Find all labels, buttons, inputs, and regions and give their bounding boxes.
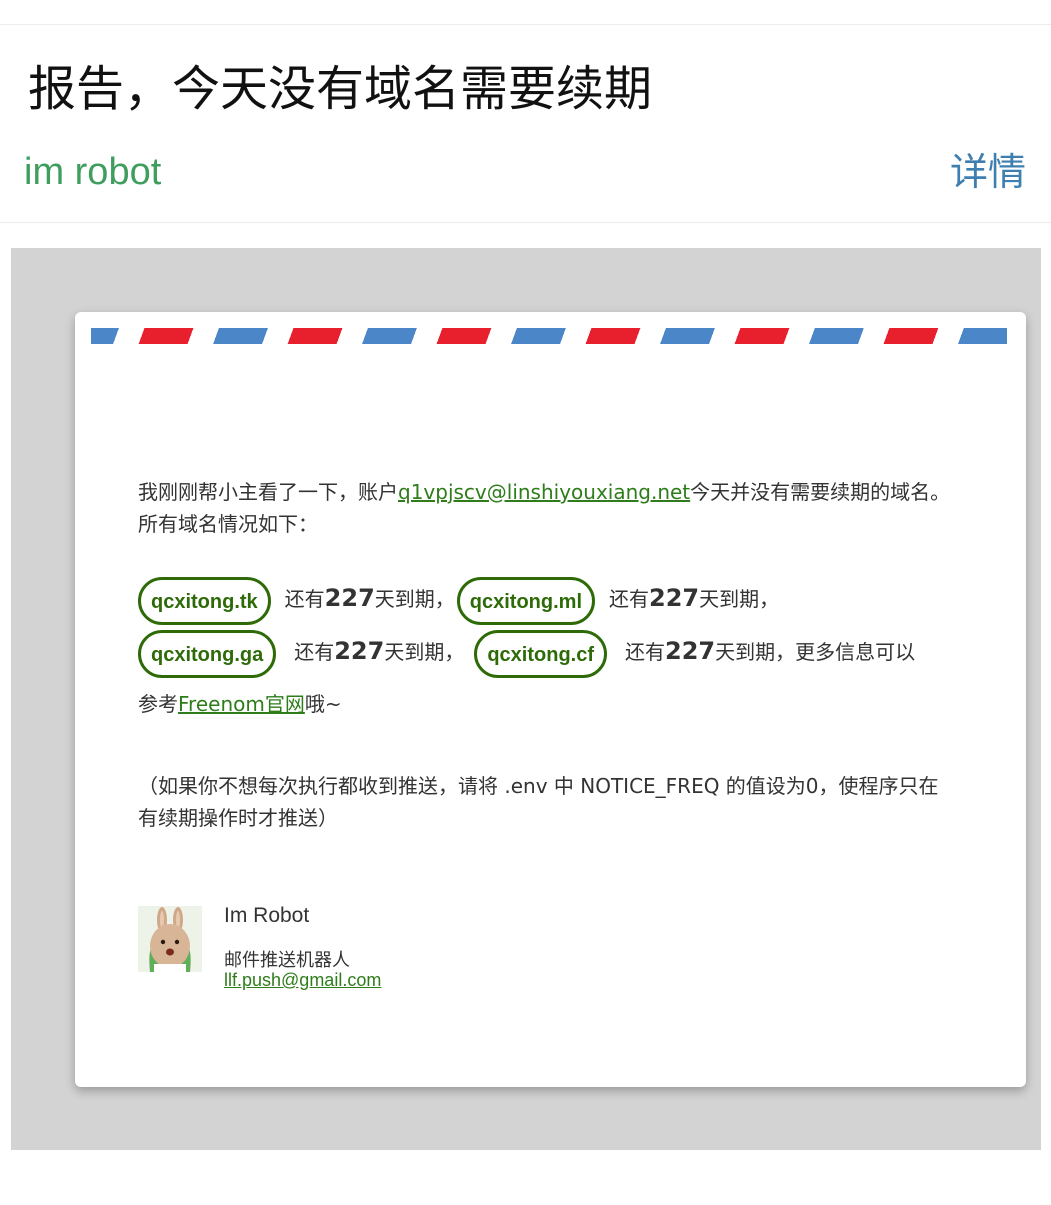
expiry-prefix: 还有 (294, 640, 335, 664)
expiry-days: 227 (649, 584, 700, 612)
signature-name: Im Robot (224, 904, 310, 927)
airmail-stripe-border (91, 328, 1007, 344)
top-divider (0, 24, 1051, 25)
domain-list: qcxitong.tk 还有227天到期， qcxitong.ml 还有227天到期，… (138, 572, 958, 730)
intro-text: 我刚刚帮小主看了一下，账户 (138, 480, 398, 504)
expiry-prefix: 还有 (609, 587, 650, 611)
expiry-suffix: 天到期， (374, 587, 455, 611)
more-info-line: 参考Freenom官网哦~ (138, 692, 342, 716)
domain-badge: qcxitong.ga (138, 629, 277, 678)
expiry-days: 227 (334, 637, 385, 665)
domain-badge: qcxitong.cf (474, 629, 608, 678)
signature-block: Im Robot 邮件推送机器人 llf.push@gmail.com (138, 904, 738, 1004)
notice-paragraph: （如果你不想每次执行都收到推送，请将 .env 中 NOTICE_FREQ 的值… (138, 774, 939, 830)
expiry-prefix: 还有 (625, 640, 666, 664)
expiry-days: 227 (324, 584, 375, 612)
intro-paragraph: 我刚刚帮小主看了一下，账户q1vpjscv@linshiyouxiang.net… (138, 476, 958, 540)
expiry-suffix: 天到期， (384, 640, 465, 664)
domain-badge: qcxitong.ml (456, 576, 596, 625)
rabbit-avatar-icon (138, 906, 202, 972)
expiry-suffix: 天到期， (699, 587, 780, 611)
sender-name[interactable]: im robot (24, 146, 161, 198)
airmail-letter-card: 我刚刚帮小主看了一下，账户q1vpjscv@linshiyouxiang.net… (75, 312, 1026, 1087)
more-prefix: 参考 (138, 692, 178, 716)
account-email-link[interactable]: q1vpjscv@linshiyouxiang.net (398, 480, 690, 504)
email-subject: 报告，今天没有域名需要续期 (28, 61, 653, 117)
domain-badge: qcxitong.tk (138, 576, 271, 625)
letter-content: 我刚刚帮小主看了一下，账户q1vpjscv@linshiyouxiang.net… (138, 476, 958, 834)
signature-title: 邮件推送机器人 (224, 950, 350, 971)
expiry-days: 227 (665, 637, 716, 665)
freenom-link[interactable]: Freenom官网 (178, 692, 305, 716)
details-link[interactable]: 详情 (950, 146, 1026, 198)
signature-email-link[interactable]: llf.push@gmail.com (224, 970, 381, 991)
expiry-suffix: 天到期，更多信息可以 (715, 640, 916, 664)
email-body-background: 我刚刚帮小主看了一下，账户q1vpjscv@linshiyouxiang.net… (11, 248, 1041, 1150)
header-divider (0, 222, 1051, 223)
more-suffix: 哦~ (304, 692, 342, 716)
expiry-prefix: 还有 (284, 587, 325, 611)
